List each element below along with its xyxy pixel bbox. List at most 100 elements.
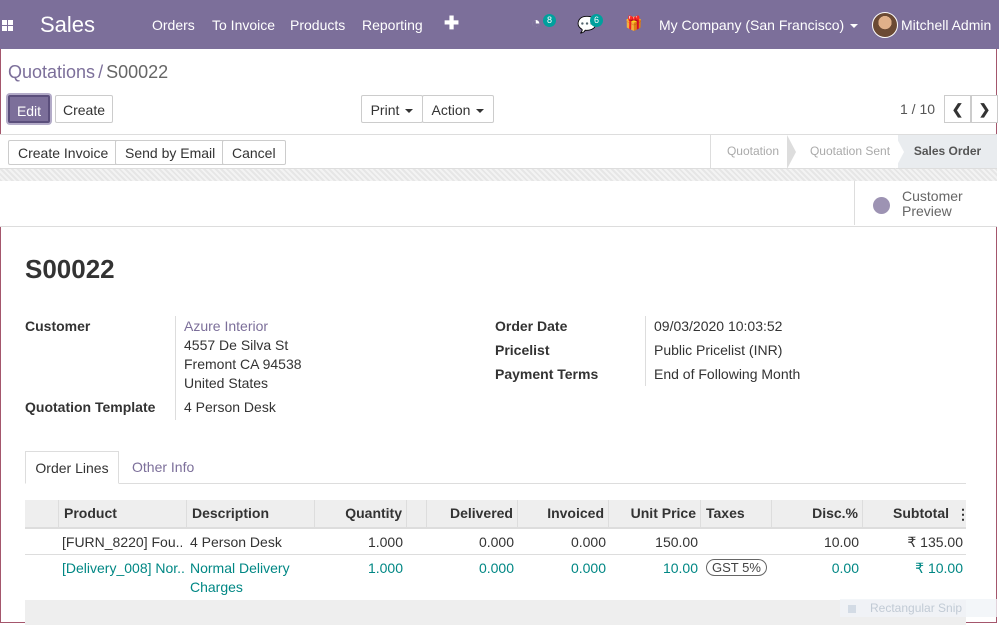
column-delivered[interactable]: Delivered xyxy=(426,500,518,527)
column-discount[interactable]: Disc.% xyxy=(771,500,863,527)
column-description[interactable]: Description xyxy=(186,500,315,527)
tab-order-lines[interactable]: Order Lines xyxy=(25,451,119,484)
row-unit-price: 150.00 xyxy=(655,534,698,550)
column-unit-price[interactable]: Unit Price xyxy=(608,500,701,527)
action-label: Action xyxy=(431,102,471,118)
order-lines-header: Product Description Quantity Delivered I… xyxy=(25,500,970,529)
row-product: [FURN_8220] Fou... xyxy=(62,534,182,550)
globe-icon xyxy=(873,197,890,214)
print-label: Print xyxy=(370,102,400,118)
customer-address-country: United States xyxy=(184,375,269,391)
chevron-down-icon xyxy=(476,109,485,114)
cancel-button[interactable]: Cancel xyxy=(222,140,286,165)
user-avatar[interactable] xyxy=(872,12,898,38)
breadcrumb-parent-link[interactable]: Quotations xyxy=(8,62,95,82)
activity-count-badge: 8 xyxy=(543,14,557,27)
column-taxes[interactable]: Taxes xyxy=(700,500,772,527)
customer-link[interactable]: Azure Interior xyxy=(184,318,268,334)
quick-create-plus-icon[interactable]: ✚ xyxy=(444,13,459,34)
button-box xyxy=(0,181,997,227)
column-subtotal[interactable]: Subtotal xyxy=(862,500,954,527)
company-name: My Company (San Francisco) xyxy=(659,17,845,33)
menu-products[interactable]: Products xyxy=(290,17,345,33)
row-delivered: 0.000 xyxy=(478,560,514,576)
quotation-template-value[interactable]: 4 Person Desk xyxy=(184,399,276,415)
apps-grid-icon[interactable] xyxy=(2,20,13,31)
order-date-label: Order Date xyxy=(495,318,568,334)
print-dropdown[interactable]: Print xyxy=(361,95,423,123)
stage-quotation-sent[interactable]: Quotation Sent xyxy=(798,135,902,168)
row-invoiced: 0.000 xyxy=(570,534,606,550)
pricelist-label: Pricelist xyxy=(495,342,550,358)
breadcrumb-separator: / xyxy=(98,62,104,82)
snip-icon xyxy=(848,604,856,613)
customer-address-city: Fremont CA 94538 xyxy=(184,356,302,372)
row-divider xyxy=(25,554,966,555)
pager-value[interactable]: 1 / 10 xyxy=(900,101,935,117)
pager-next-button[interactable]: ❯ xyxy=(971,95,998,123)
row-taxes: GST 5% xyxy=(706,559,768,576)
menu-orders[interactable]: Orders xyxy=(152,17,195,33)
row-delivered: 0.000 xyxy=(478,534,514,550)
window-frame xyxy=(0,0,997,623)
row-discount: 10.00 xyxy=(823,534,859,550)
chevron-down-icon xyxy=(405,109,414,114)
company-switcher[interactable]: My Company (San Francisco) xyxy=(659,17,859,33)
payment-terms-value[interactable]: End of Following Month xyxy=(654,366,800,382)
create-button[interactable]: Create xyxy=(55,95,113,123)
row-product: [Delivery_008] Nor... xyxy=(62,560,184,576)
stage-quotation[interactable]: Quotation xyxy=(711,135,795,168)
chevron-down-icon xyxy=(850,24,859,29)
user-menu[interactable]: Mitchell Admin xyxy=(901,17,991,33)
order-title: S00022 xyxy=(25,254,115,284)
messages-count-badge: 6 xyxy=(590,14,604,27)
customer-label: Customer xyxy=(25,318,91,334)
pricelist-value[interactable]: Public Pricelist (INR) xyxy=(654,342,782,358)
snip-label: Rectangular Snip xyxy=(870,601,963,615)
tax-tag: GST 5% xyxy=(706,559,767,576)
snip-overlay: Rectangular Snip xyxy=(840,599,997,617)
edit-button[interactable]: Edit xyxy=(8,95,50,123)
stage-arrow xyxy=(895,135,904,169)
row-description: 4 Person Desk xyxy=(190,534,282,550)
field-divider xyxy=(175,316,176,420)
payment-terms-label: Payment Terms xyxy=(495,366,599,382)
customer-address-street: 4557 De Silva St xyxy=(184,337,289,353)
sheet-background xyxy=(0,169,997,181)
row-subtotal: ₹ 10.00 xyxy=(915,560,963,576)
menu-reporting[interactable]: Reporting xyxy=(362,17,423,33)
column-invoiced[interactable]: Invoiced xyxy=(517,500,609,527)
row-description: Normal Delivery xyxy=(190,560,290,576)
tab-other-info[interactable]: Other Info xyxy=(132,451,194,484)
gift-icon[interactable]: 🎁 xyxy=(625,15,642,32)
statusbar: Create Invoice Send by Email Cancel Quot… xyxy=(0,134,997,169)
send-by-email-button[interactable]: Send by Email xyxy=(115,140,226,165)
breadcrumb: Quotations / S00022 xyxy=(8,62,168,83)
table-footer xyxy=(25,600,966,625)
row-description-line2: Charges xyxy=(190,579,243,595)
row-invoiced: 0.000 xyxy=(570,560,606,576)
row-unit-price: 10.00 xyxy=(662,560,698,576)
column-product[interactable]: Product xyxy=(58,500,187,527)
row-quantity: 1.000 xyxy=(367,560,403,576)
stage-arrow xyxy=(787,135,796,169)
quotation-template-label: Quotation Template xyxy=(25,399,156,415)
app-name[interactable]: Sales xyxy=(40,12,95,38)
row-quantity: 1.000 xyxy=(367,534,403,550)
action-dropdown[interactable]: Action xyxy=(422,95,494,123)
stage-sales-order[interactable]: Sales Order xyxy=(898,135,997,168)
column-options-icon[interactable]: ⋮ xyxy=(956,506,970,523)
customer-preview-button[interactable]: Customer Preview xyxy=(854,181,997,225)
row-subtotal: ₹ 135.00 xyxy=(907,534,963,550)
order-date-value[interactable]: 09/03/2020 10:03:52 xyxy=(654,318,782,334)
field-divider xyxy=(645,316,646,386)
pager-previous-button[interactable]: ❮ xyxy=(944,95,971,123)
menu-to-invoice[interactable]: To Invoice xyxy=(212,17,275,33)
create-invoice-button[interactable]: Create Invoice xyxy=(8,140,119,165)
breadcrumb-current: S00022 xyxy=(106,62,169,82)
customer-preview-label: Customer Preview xyxy=(902,188,963,219)
activity-clock-icon[interactable]: ◔ xyxy=(531,15,541,33)
row-discount: 0.00 xyxy=(831,560,859,576)
column-quantity[interactable]: Quantity xyxy=(314,500,407,527)
top-navbar: Sales Orders To Invoice Products Reporti… xyxy=(0,0,999,49)
